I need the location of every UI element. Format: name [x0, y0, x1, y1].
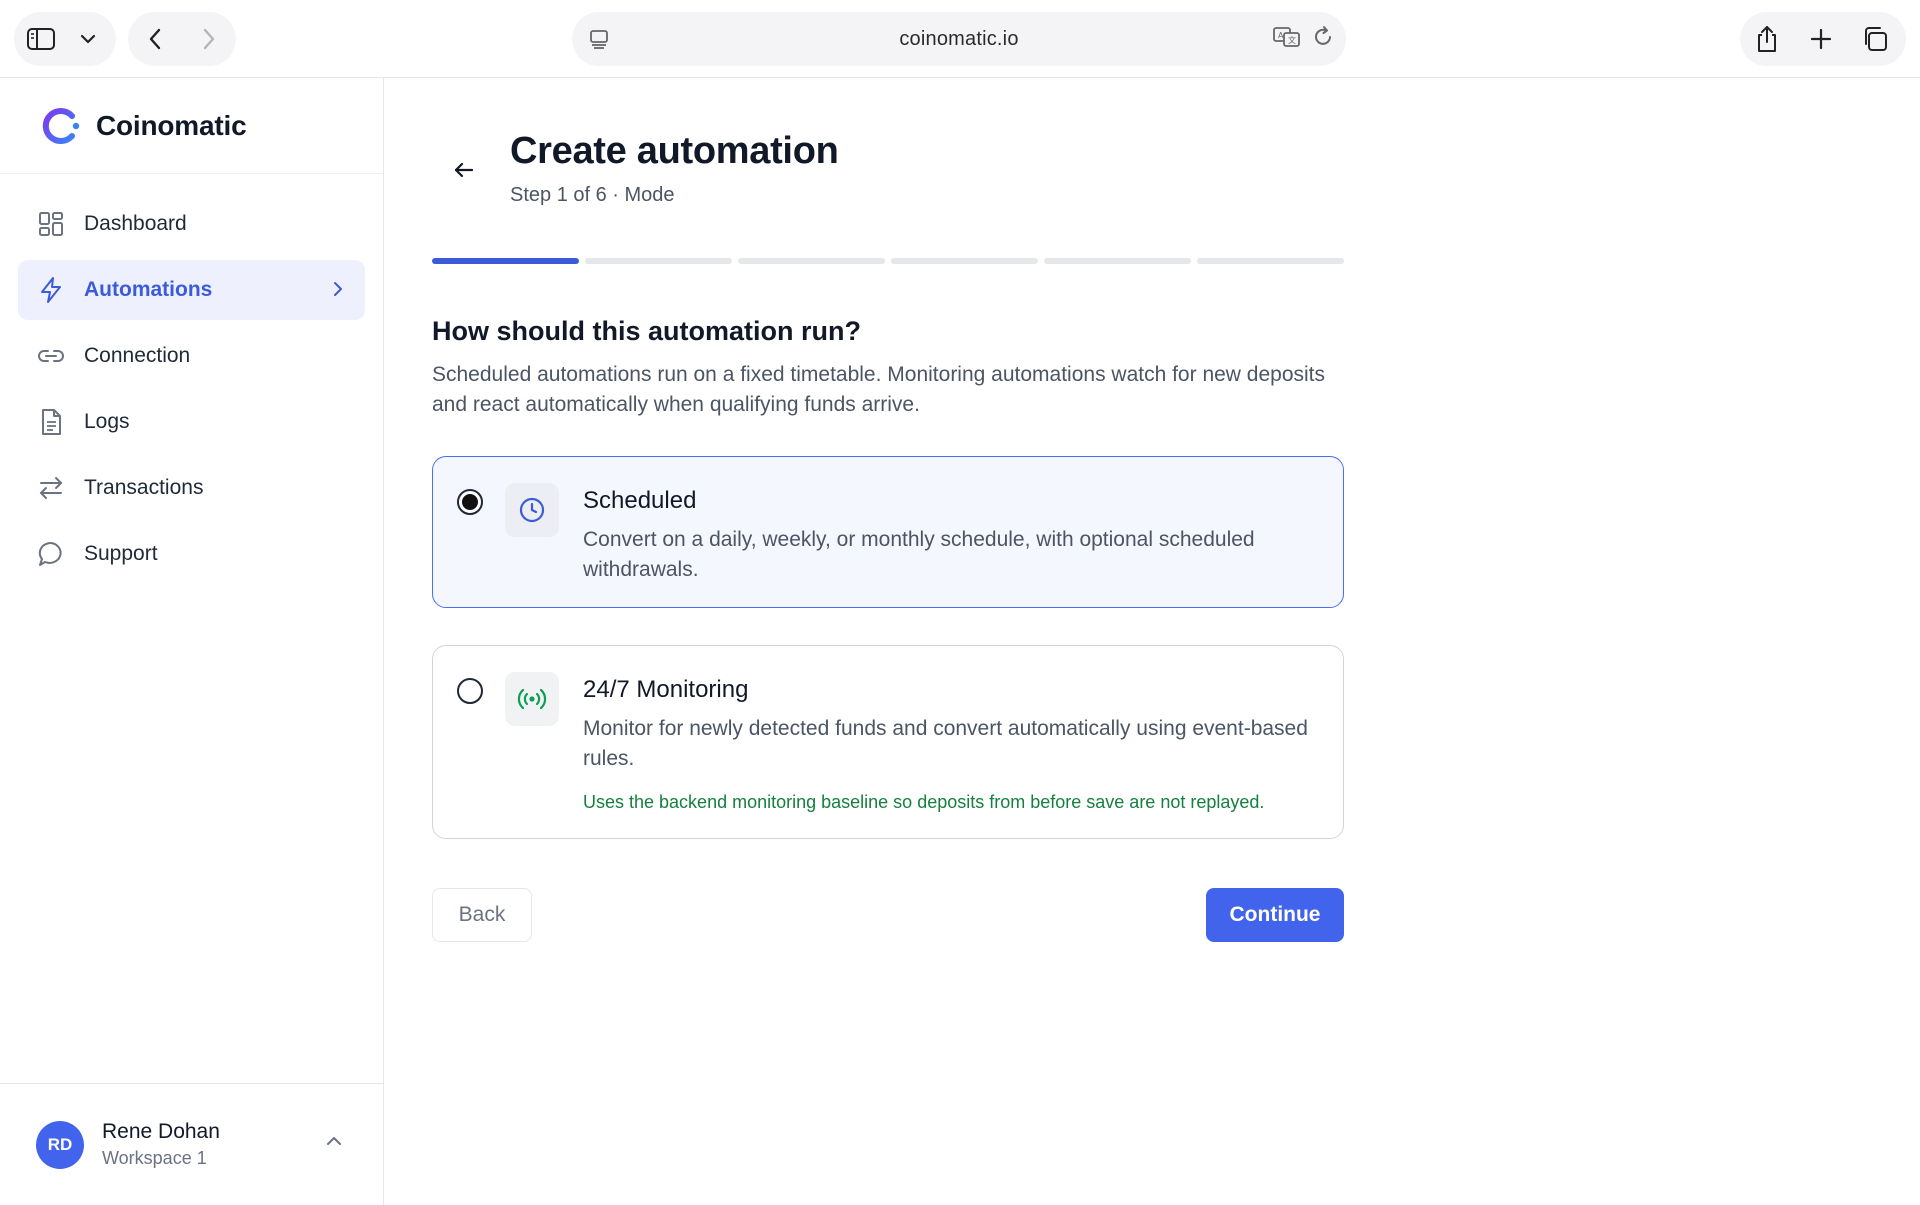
sidebar-item-label: Connection [84, 344, 191, 367]
plus-icon [1810, 28, 1832, 50]
sidebar: Coinomatic Dashboard Automations Connect… [0, 78, 384, 1205]
sidebar-item-label: Support [84, 542, 158, 565]
translate-icon[interactable]: A文 [1272, 24, 1302, 55]
sidebar-item-automations[interactable]: Automations [18, 260, 365, 320]
sidebar-item-dashboard[interactable]: Dashboard [18, 194, 365, 254]
continue-button[interactable]: Continue [1206, 888, 1344, 942]
back-nav-button[interactable] [128, 12, 182, 66]
brand[interactable]: Coinomatic [0, 78, 383, 174]
progress-segment [891, 258, 1038, 264]
new-tab-button[interactable] [1794, 12, 1848, 66]
section-question: How should this automation run? [432, 316, 861, 346]
user-menu[interactable]: RD Rene Dohan Workspace 1 [0, 1083, 383, 1205]
tabs-icon [1865, 27, 1887, 51]
section-description: Scheduled automations run on a fixed tim… [432, 363, 1326, 416]
back-arrow-button[interactable] [446, 152, 482, 188]
option-title: Scheduled [583, 487, 697, 514]
nav-buttons-group [128, 12, 236, 66]
sidebar-item-label: Logs [84, 410, 130, 433]
sidebar-item-label: Automations [84, 278, 213, 301]
sidebar-item-logs[interactable]: Logs [18, 392, 365, 452]
avatar: RD [36, 1120, 84, 1169]
back-button[interactable]: Back [432, 888, 532, 942]
chevron-down-icon [80, 34, 96, 44]
page-menu-icon[interactable] [584, 24, 614, 59]
sidebar-item-transactions[interactable]: Transactions [18, 458, 365, 518]
sidebar-item-support[interactable]: Support [18, 524, 365, 584]
browser-toolbar: coinomatic.io A文 [0, 0, 1920, 78]
progress-segment [585, 258, 732, 264]
option-scheduled[interactable]: Scheduled Convert on a daily, weekly, or… [432, 456, 1344, 608]
reload-icon[interactable] [1310, 24, 1336, 55]
option-description: Monitor for newly detected funds and con… [583, 717, 1308, 770]
broadcast-icon [505, 672, 559, 726]
option-title: 24/7 Monitoring [583, 676, 749, 703]
swap-icon [36, 473, 66, 503]
svg-text:A: A [1278, 31, 1284, 40]
main-content: Create automation Step 1 of 6 · Mode How… [384, 78, 1920, 1205]
sidebar-icon [27, 28, 55, 50]
link-icon [36, 341, 66, 371]
step-indicator: Step 1 of 6 · Mode [510, 184, 675, 206]
option-note: Uses the backend monitoring baseline so … [583, 792, 1265, 812]
chevron-left-icon [149, 28, 161, 50]
sidebar-nav: Dashboard Automations Connection Logs Tr… [0, 174, 383, 584]
option-description: Convert on a daily, weekly, or monthly s… [583, 528, 1255, 581]
arrow-left-icon [454, 162, 474, 178]
chevron-right-icon [203, 28, 215, 50]
chevron-right-icon [331, 278, 345, 305]
progress-segment [1044, 258, 1191, 264]
chevron-up-icon [325, 1134, 343, 1152]
step-progress [432, 258, 1344, 264]
svg-text:文: 文 [1288, 35, 1296, 45]
sidebar-item-label: Transactions [84, 476, 204, 499]
radio-scheduled[interactable] [457, 489, 483, 515]
sidebar-item-label: Dashboard [84, 212, 187, 235]
bolt-icon [36, 275, 66, 305]
share-icon [1758, 26, 1776, 52]
address-bar[interactable]: coinomatic.io A文 [572, 12, 1346, 66]
clock-icon [505, 483, 559, 537]
forward-nav-button[interactable] [182, 12, 236, 66]
chat-icon [36, 539, 66, 569]
user-name: Rene Dohan [102, 1120, 220, 1143]
option-monitoring[interactable]: 24/7 Monitoring Monitor for newly detect… [432, 645, 1344, 839]
radio-monitoring[interactable] [457, 678, 483, 704]
sidebar-toggle-group [14, 12, 116, 66]
dashboard-icon [36, 209, 66, 239]
url-text: coinomatic.io [899, 27, 1019, 50]
page-title: Create automation [510, 130, 839, 172]
coinomatic-logo-icon [42, 107, 80, 144]
window-actions-group [1740, 12, 1906, 66]
tab-overview-button[interactable] [1848, 12, 1902, 66]
share-button[interactable] [1740, 12, 1794, 66]
progress-segment [432, 258, 579, 264]
workspace-name: Workspace 1 [102, 1148, 207, 1168]
document-icon [36, 407, 66, 437]
sidebar-item-connection[interactable]: Connection [18, 326, 365, 386]
progress-segment [738, 258, 885, 264]
sidebar-toggle-button[interactable] [14, 12, 68, 66]
progress-segment [1197, 258, 1344, 264]
tab-group-dropdown-button[interactable] [68, 12, 108, 66]
brand-name: Coinomatic [96, 109, 247, 141]
